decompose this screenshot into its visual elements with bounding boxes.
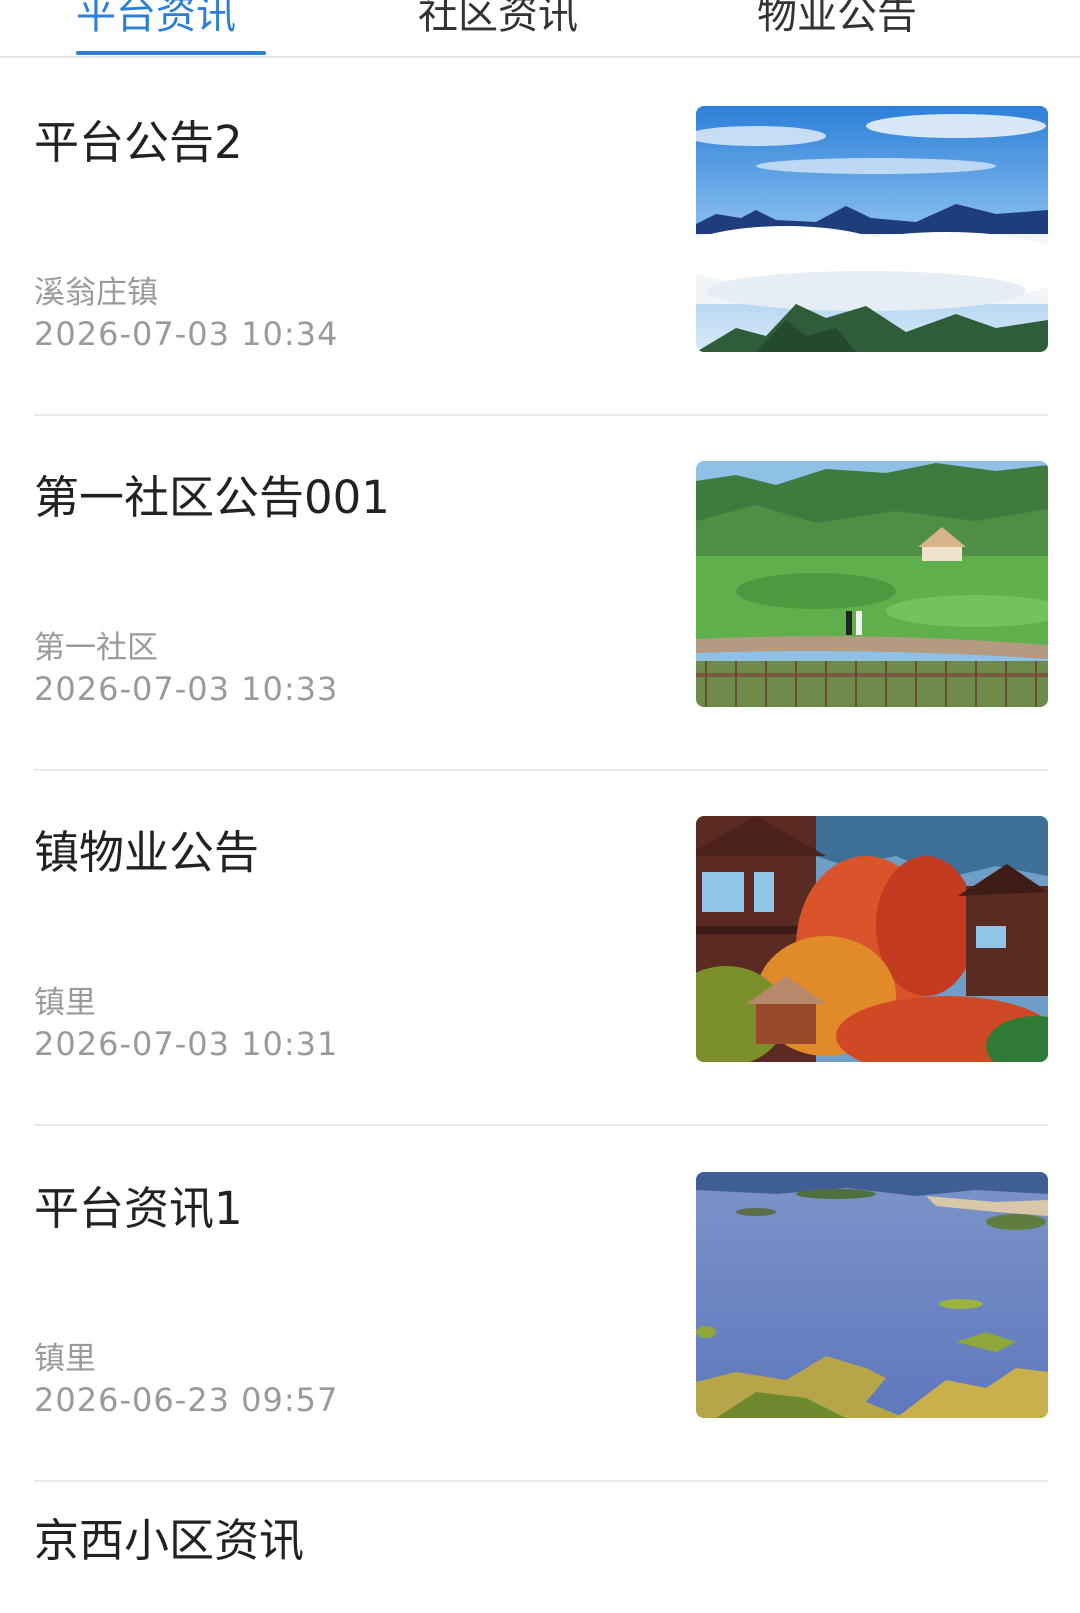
news-page: 平台资讯 社区资讯 物业公告 平台公告2 溪翁庄镇 2026-07-03 10:… xyxy=(0,0,1080,1613)
tab-bar: 平台资讯 社区资讯 物业公告 xyxy=(0,0,1080,58)
news-thumbnail-mountain-clouds xyxy=(696,106,1048,352)
tab-property-notices[interactable]: 物业公告 xyxy=(757,0,947,44)
news-list-item[interactable]: 平台公告2 溪翁庄镇 2026-07-03 10:34 xyxy=(34,60,1048,416)
news-source: 镇里 xyxy=(34,1341,96,1377)
news-time: 2026-07-03 10:33 xyxy=(34,670,339,708)
news-thumbnail-autumn-lodges xyxy=(696,816,1048,1062)
news-source: 第一社区 xyxy=(34,630,158,666)
news-title: 京西小区资讯 xyxy=(34,1514,305,1567)
news-list-item[interactable]: 平台资讯1 镇里 2026-06-23 09:57 xyxy=(34,1126,1048,1482)
news-list-item[interactable]: 镇物业公告 镇里 2026-07-03 10:31 xyxy=(34,770,1048,1126)
news-time: 2026-06-23 09:57 xyxy=(34,1381,339,1419)
news-title: 平台公告2 xyxy=(34,116,243,169)
news-list-item[interactable]: 京西小区资讯 xyxy=(34,1482,1048,1613)
news-time: 2026-07-03 10:31 xyxy=(34,1025,339,1063)
news-source: 镇里 xyxy=(34,985,96,1021)
tab-community-news[interactable]: 社区资讯 xyxy=(418,0,608,44)
tab-platform-news[interactable]: 平台资讯 xyxy=(76,0,266,44)
news-title: 平台资讯1 xyxy=(34,1182,243,1235)
news-list-item[interactable]: 第一社区公告001 第一社区 2026-07-03 10:33 xyxy=(34,415,1048,771)
news-title: 第一社区公告001 xyxy=(34,471,390,524)
news-thumbnail-green-hillside xyxy=(696,461,1048,707)
active-tab-indicator xyxy=(76,51,266,55)
news-source: 溪翁庄镇 xyxy=(34,275,158,311)
news-time: 2026-07-03 10:34 xyxy=(34,315,339,353)
news-thumbnail-lake-islands xyxy=(696,1172,1048,1418)
news-title: 镇物业公告 xyxy=(34,826,260,879)
